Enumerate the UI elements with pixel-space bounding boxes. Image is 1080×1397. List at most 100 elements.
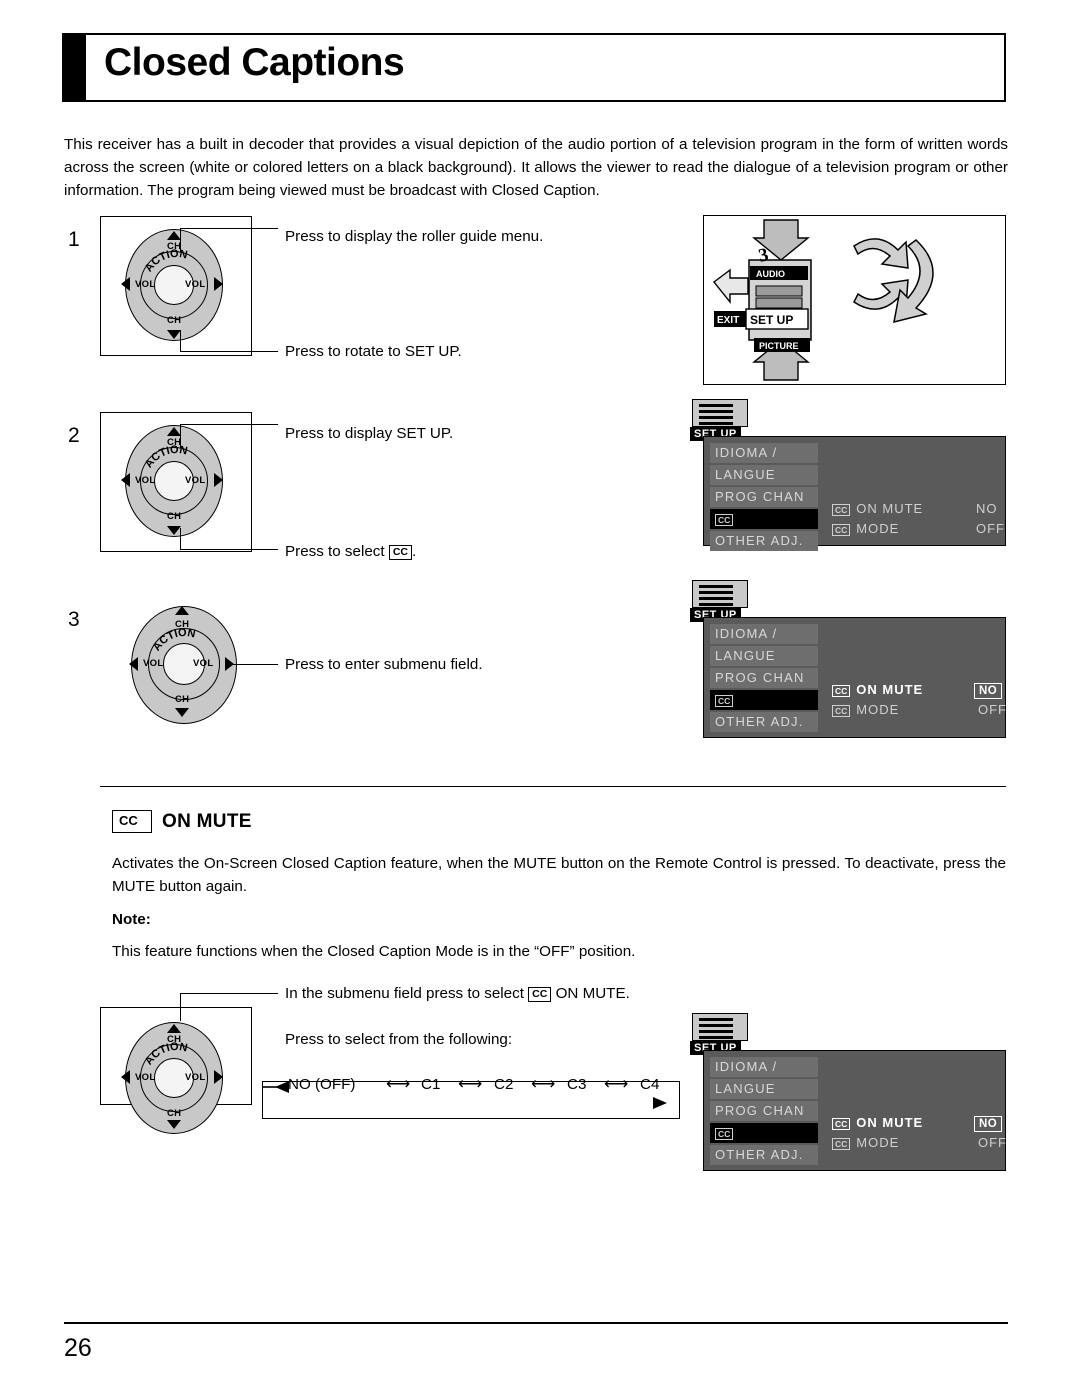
chevron-right-icon [1006, 685, 1014, 696]
svg-text:ACTION: ACTION [151, 627, 197, 653]
osd-on-mute-value-box[interactable]: NO [974, 680, 1014, 700]
cc-badge-icon: CC [832, 704, 851, 717]
cycle-arrow-3-icon: ⟷ [531, 1074, 556, 1093]
cycle-arrow-4-icon: ⟷ [604, 1074, 629, 1093]
osd-row-mode-4[interactable]: CC MODE OFF [832, 1133, 1012, 1153]
svg-text:ACTION: ACTION [143, 444, 189, 470]
osd-row-on-mute-3[interactable]: CC ON MUTE NO [832, 680, 1014, 700]
footer-divider [64, 1322, 1008, 1324]
setup-book-lines [699, 1018, 733, 1021]
cc-badge-icon: CC [388, 545, 413, 560]
osd-item-other-adj[interactable]: OTHER ADJ. [710, 712, 818, 732]
cycle-arrow-1-icon: ⟷ [386, 1074, 411, 1093]
cc-badge-icon: CC [715, 513, 734, 526]
osd-item-prog-chan[interactable]: PROG CHAN [710, 1101, 818, 1121]
osd-item-cc-selected[interactable]: CC [710, 690, 818, 710]
osd-item-idioma[interactable]: IDIOMA / [710, 1057, 818, 1077]
leader-line-4a-h [180, 993, 278, 995]
dial-arrow-down-icon [167, 330, 181, 339]
osd-item-cc-selected[interactable]: CC [710, 1123, 818, 1143]
osd-on-mute-label: ON MUTE [856, 1115, 924, 1130]
osd-item-other-adj[interactable]: OTHER ADJ. [710, 531, 818, 551]
intro-paragraph: This receiver has a built in decoder tha… [64, 136, 1008, 199]
step-1-text-2: Press to rotate to SET UP. [285, 343, 462, 360]
cycle-option-3: C3 [567, 1076, 587, 1093]
osd-on-mute-label: ON MUTE [856, 501, 924, 516]
setup-book-lines [699, 585, 733, 588]
osd-item-prog-chan[interactable]: PROG CHAN [710, 668, 818, 688]
leader-line-3a-h [232, 664, 278, 666]
osd-mode-label: MODE [856, 1135, 900, 1150]
leader-line-1b-h [180, 351, 278, 353]
osd-panel-step2: IDIOMA / LANGUE PROG CHAN CC OTHER ADJ. … [703, 436, 1006, 551]
step-1-number: 1 [68, 228, 80, 251]
dial-arrow-up-icon [175, 606, 189, 615]
remote-graphic-svg: AUDIO 3 EXIT SET UP PICTURE [713, 219, 934, 381]
osd-on-mute-value-box[interactable]: NO [974, 1113, 1014, 1133]
svg-text:EXIT: EXIT [717, 315, 739, 326]
osd-mode-label: MODE [856, 521, 900, 536]
cycle-option-0: NO (OFF) [288, 1076, 356, 1093]
title-accent-bar [64, 35, 86, 100]
leader-line-4a-v [180, 993, 182, 1021]
action-dial-1[interactable]: CH CH VOL VOL ACTION [109, 227, 239, 345]
osd-right-menu-2: CC ON MUTE NO CC MODE OFF [832, 499, 1012, 539]
cycle-option-1: C1 [421, 1076, 441, 1093]
step-2-text-2-prefix: Press to select [285, 543, 385, 560]
svg-text:AUDIO: AUDIO [756, 269, 785, 279]
action-dial-4[interactable]: CH CH VOL VOL ACTION [109, 1020, 239, 1138]
osd-row-mode-3[interactable]: CC MODE OFF [832, 700, 1012, 720]
osd-item-prog-chan[interactable]: PROG CHAN [710, 487, 818, 507]
dial-arrow-up-icon [167, 231, 181, 240]
osd-item-other-adj[interactable]: OTHER ADJ. [710, 1145, 818, 1165]
action-dial-3[interactable]: CH CH VOL VOL ACTION [115, 600, 245, 730]
osd-mode-value: OFF [978, 1135, 1007, 1150]
setup-book-lines [699, 404, 733, 407]
step-2-number: 2 [68, 424, 80, 447]
svg-text:ACTION: ACTION [143, 1041, 189, 1067]
setup-book-icon [692, 1013, 748, 1041]
cc-badge-icon: CC [832, 503, 851, 516]
osd-item-cc-selected[interactable]: CC [710, 509, 818, 529]
section-paragraph: Activates the On-Screen Closed Caption f… [112, 855, 1006, 895]
osd-row-mode-2[interactable]: CC MODE OFF [832, 519, 1012, 539]
dial-arrow-down-icon [175, 708, 189, 717]
note-label: Note: [112, 911, 151, 928]
dial-arrow-right-icon [214, 473, 223, 487]
bottom-dial-frame: CH CH VOL VOL ACTION [100, 1007, 252, 1134]
action-dial-2[interactable]: CH CH VOL VOL ACTION [109, 423, 239, 541]
dial-arrow-left-icon [121, 1070, 130, 1084]
dial-arrow-left-icon [121, 473, 130, 487]
remote-illustration: AUDIO 3 EXIT SET UP PICTURE [703, 215, 1006, 385]
section-cc-badge: CC [112, 810, 152, 833]
dial-arrow-down-icon [167, 1120, 181, 1129]
osd-row-on-mute-2[interactable]: CC ON MUTE NO [832, 499, 1012, 519]
bottom-text-2: Press to select from the following: [285, 1031, 513, 1048]
cycle-option-4: C4 [640, 1076, 660, 1093]
bottom-text-1: In the submenu field press to select CC … [285, 985, 630, 1002]
dial-arrow-right-icon [214, 277, 223, 291]
manual-page: Closed Captions This receiver has a buil… [0, 0, 1080, 1397]
osd-item-idioma[interactable]: IDIOMA / [710, 443, 818, 463]
osd-item-langue[interactable]: LANGUE [710, 646, 818, 666]
dial-arrow-down-icon [167, 526, 181, 535]
osd-left-menu-2: IDIOMA / LANGUE PROG CHAN CC OTHER ADJ. [710, 443, 818, 553]
osd-item-langue[interactable]: LANGUE [710, 465, 818, 485]
svg-text:SET UP: SET UP [750, 313, 793, 327]
step-2-text-1: Press to display SET UP. [285, 425, 454, 442]
step-3-text-1: Press to enter submenu field. [285, 656, 483, 673]
leader-line-2a-h [180, 424, 278, 426]
step-1-dial-frame: CH CH VOL VOL ACTION [100, 216, 252, 356]
cc-badge-icon: CC [715, 694, 734, 707]
osd-left-menu-4: IDIOMA / LANGUE PROG CHAN CC OTHER ADJ. [710, 1057, 818, 1167]
bottom-text-1-suffix: ON MUTE. [555, 985, 630, 1002]
page-title: Closed Captions [104, 41, 405, 84]
osd-item-langue[interactable]: LANGUE [710, 1079, 818, 1099]
osd-row-on-mute-4[interactable]: CC ON MUTE NO [832, 1113, 1014, 1133]
leader-line-1a-h [180, 228, 278, 230]
cc-badge-icon: CC [528, 987, 552, 1002]
osd-item-idioma[interactable]: IDIOMA / [710, 624, 818, 644]
leader-line-2b-h [180, 549, 278, 551]
osd-right-menu-4: CC ON MUTE NO CC MODE OFF [832, 1113, 1014, 1153]
dial-arrow-up-icon [167, 1024, 181, 1033]
